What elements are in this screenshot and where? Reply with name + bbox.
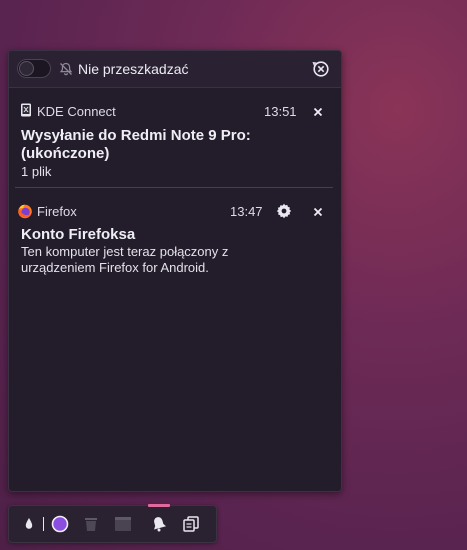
app-name: KDE Connect bbox=[37, 104, 116, 119]
notification-time: 13:51 bbox=[264, 104, 297, 119]
water-drop-icon[interactable] bbox=[19, 514, 39, 534]
close-icon[interactable] bbox=[311, 105, 325, 119]
firefox-icon bbox=[18, 204, 32, 219]
notification-bell-icon[interactable] bbox=[149, 514, 169, 534]
clipboard-icon[interactable] bbox=[181, 514, 201, 534]
notification-title: Konto Firefoksa bbox=[21, 226, 136, 243]
window-icon[interactable] bbox=[113, 514, 133, 534]
notification-body-line2: urządzeniem Firefox for Android. bbox=[21, 260, 209, 275]
trash-icon[interactable] bbox=[81, 514, 101, 534]
bell-off-icon bbox=[59, 62, 73, 76]
notification-title-line2: (ukończone) bbox=[21, 145, 110, 162]
notification-divider bbox=[15, 187, 333, 188]
notification-body: 1 plik bbox=[21, 164, 52, 179]
separator bbox=[43, 517, 44, 531]
notification-popup: Nie przeszkadzać KDE Connect 13:51 Wysył… bbox=[8, 50, 342, 492]
kde-connect-icon bbox=[21, 103, 31, 117]
do-not-disturb-label: Nie przeszkadzać bbox=[78, 61, 189, 77]
toggle-knob bbox=[19, 61, 34, 76]
system-tray bbox=[8, 504, 217, 543]
notification-time: 13:47 bbox=[230, 204, 263, 219]
do-not-disturb-header: Nie przeszkadzać bbox=[9, 51, 341, 88]
notification-title-line1: Wysyłanie do Redmi Note 9 Pro: bbox=[21, 127, 251, 144]
notification-body-line1: Ten komputer jest teraz połączony z bbox=[21, 244, 229, 259]
color-picker-icon[interactable] bbox=[50, 514, 70, 534]
active-indicator bbox=[148, 504, 170, 507]
gear-icon[interactable] bbox=[276, 203, 292, 219]
close-icon[interactable] bbox=[311, 205, 325, 219]
clear-all-icon[interactable] bbox=[312, 60, 330, 78]
do-not-disturb-toggle[interactable] bbox=[17, 59, 51, 78]
app-name: Firefox bbox=[37, 204, 77, 219]
